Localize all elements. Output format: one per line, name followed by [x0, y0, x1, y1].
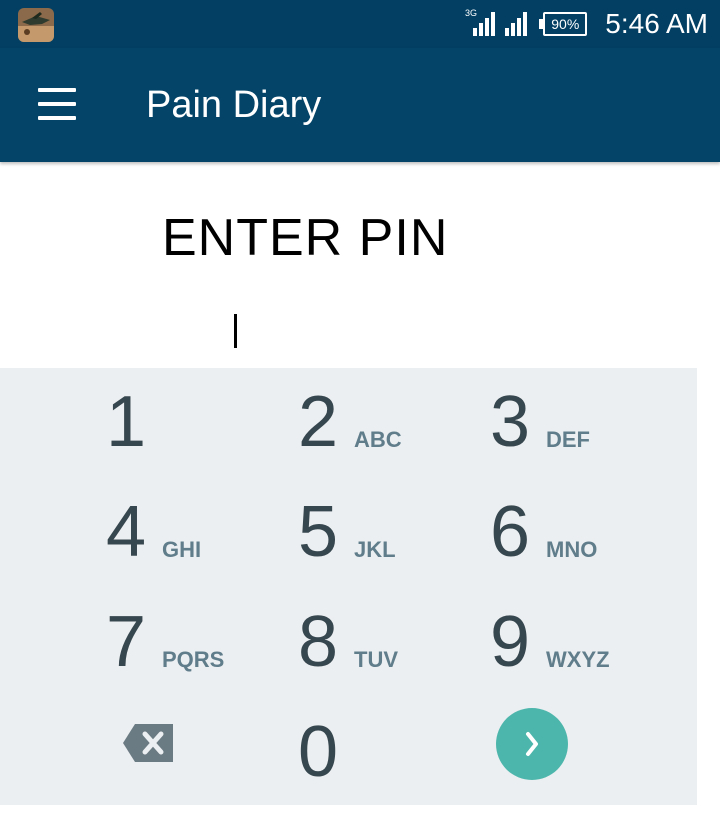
pin-input[interactable] [66, 296, 652, 370]
key-3-letters: DEF [546, 427, 590, 452]
key-3[interactable]: 3 DEF [484, 375, 704, 483]
key-8[interactable]: 8 TUV [292, 595, 512, 703]
key-2[interactable]: 2 ABC [292, 375, 512, 483]
key-7[interactable]: 7 PQRS [100, 595, 320, 703]
battery-icon: 90% [539, 12, 588, 36]
key-7-letters: PQRS [162, 647, 225, 672]
key-3-digit: 3 [490, 382, 531, 462]
signal-strength-icon [505, 12, 528, 36]
text-cursor [234, 314, 237, 348]
enter-button[interactable] [496, 708, 568, 780]
key-0-digit: 0 [298, 712, 339, 792]
battery-level: 90% [551, 16, 580, 32]
key-2-digit: 2 [298, 382, 339, 462]
key-1[interactable]: 1 [100, 375, 320, 483]
key-1-digit: 1 [106, 382, 147, 462]
key-6[interactable]: 6 MNO [484, 485, 704, 593]
key-2-letters: ABC [354, 427, 402, 452]
status-time: 5:46 AM [605, 8, 708, 39]
key-4-letters: GHI [162, 537, 202, 562]
key-9-digit: 9 [490, 602, 531, 682]
key-5-digit: 5 [298, 492, 339, 572]
key-4-digit: 4 [106, 492, 147, 572]
key-4[interactable]: 4 GHI [100, 485, 320, 593]
signal-3g-icon [473, 12, 496, 36]
enter-pin-heading: ENTER PIN [162, 209, 449, 267]
backspace-icon[interactable] [123, 724, 173, 762]
app-toolbar: Pain Diary [0, 48, 720, 162]
key-9[interactable]: 9 WXYZ [484, 595, 704, 703]
key-6-digit: 6 [490, 492, 531, 572]
status-bar: 3G 90% 5:46 AM [0, 0, 720, 48]
key-0[interactable]: 0 [292, 705, 512, 813]
key-9-letters: WXYZ [546, 647, 610, 672]
key-6-letters: MNO [546, 537, 598, 562]
key-7-digit: 7 [106, 602, 147, 682]
key-8-letters: TUV [354, 647, 398, 672]
page-title: Pain Diary [146, 84, 322, 126]
chevron-right-icon [526, 732, 538, 756]
game-app-icon [18, 8, 54, 42]
key-8-digit: 8 [298, 602, 339, 682]
key-5[interactable]: 5 JKL [292, 485, 512, 593]
hamburger-menu-icon[interactable] [30, 82, 82, 128]
key-5-letters: JKL [354, 537, 396, 562]
